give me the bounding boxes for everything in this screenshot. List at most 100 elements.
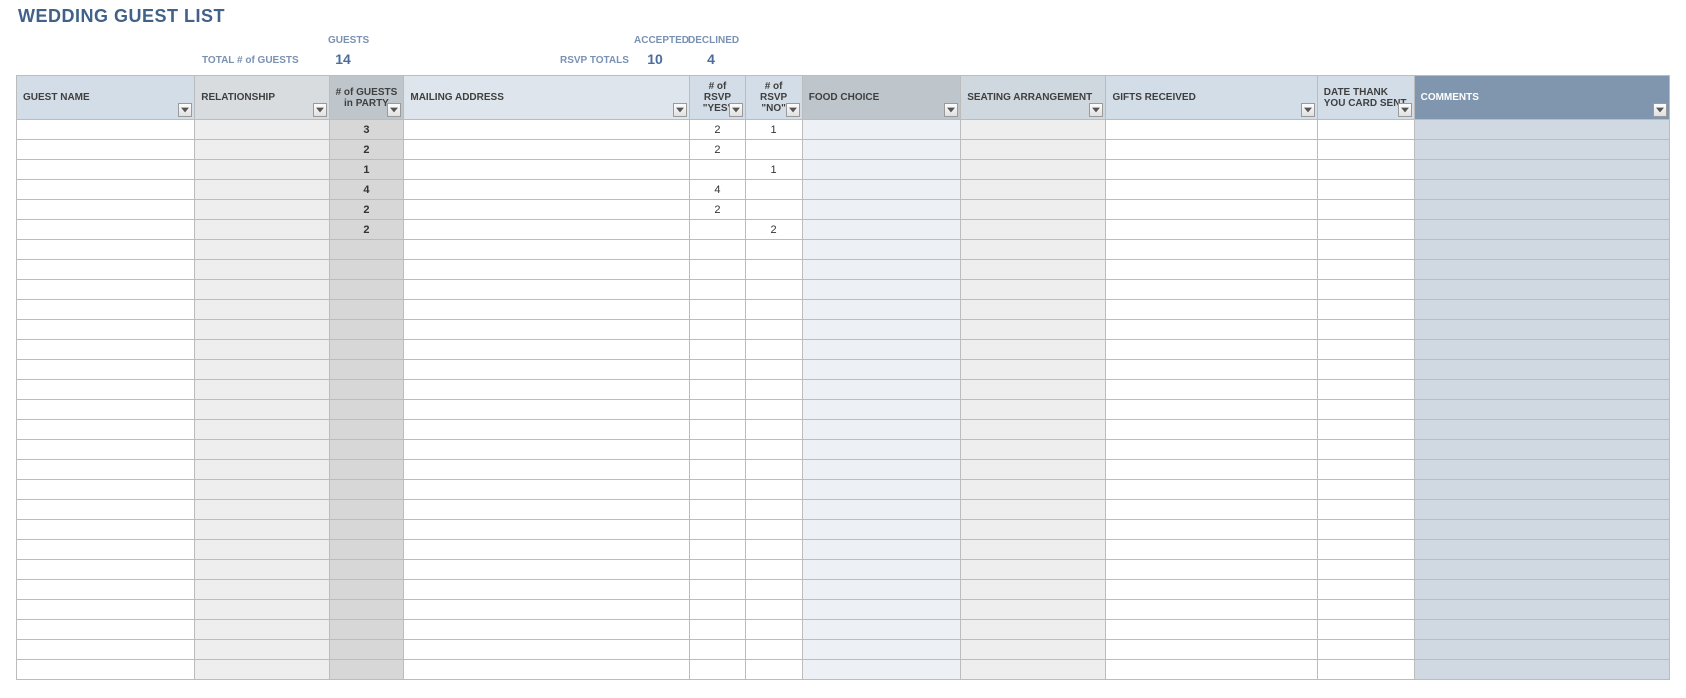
cell-gift[interactable] (1106, 580, 1317, 600)
filter-button[interactable] (673, 103, 687, 117)
cell-party[interactable] (329, 560, 404, 580)
cell-no[interactable] (745, 140, 802, 160)
cell-yes[interactable] (690, 600, 745, 620)
cell-gift[interactable] (1106, 360, 1317, 380)
cell-yes[interactable] (690, 640, 745, 660)
cell-seat[interactable] (961, 420, 1106, 440)
cell-gift[interactable] (1106, 280, 1317, 300)
cell-no[interactable] (745, 620, 802, 640)
cell-relationship[interactable] (195, 300, 329, 320)
cell-gift[interactable] (1106, 220, 1317, 240)
filter-button[interactable] (1398, 103, 1412, 117)
header-comments[interactable]: COMMENTS (1414, 76, 1669, 120)
cell-gift[interactable] (1106, 420, 1317, 440)
cell-yes[interactable]: 2 (690, 120, 745, 140)
cell-food[interactable] (802, 560, 960, 580)
cell-thank[interactable] (1317, 380, 1414, 400)
cell-yes[interactable] (690, 580, 745, 600)
cell-food[interactable] (802, 580, 960, 600)
cell-guest_name[interactable] (17, 420, 195, 440)
cell-mail[interactable] (404, 220, 690, 240)
cell-guest_name[interactable] (17, 540, 195, 560)
cell-comment[interactable] (1414, 360, 1669, 380)
cell-comment[interactable] (1414, 520, 1669, 540)
cell-relationship[interactable] (195, 360, 329, 380)
cell-comment[interactable] (1414, 120, 1669, 140)
cell-party[interactable] (329, 440, 404, 460)
cell-relationship[interactable] (195, 660, 329, 680)
cell-yes[interactable] (690, 420, 745, 440)
filter-button[interactable] (1653, 103, 1667, 117)
cell-guest_name[interactable] (17, 200, 195, 220)
cell-seat[interactable] (961, 140, 1106, 160)
filter-button[interactable] (944, 103, 958, 117)
cell-relationship[interactable] (195, 520, 329, 540)
cell-party[interactable] (329, 540, 404, 560)
cell-food[interactable] (802, 500, 960, 520)
cell-yes[interactable]: 2 (690, 140, 745, 160)
cell-guest_name[interactable] (17, 140, 195, 160)
cell-food[interactable] (802, 540, 960, 560)
cell-no[interactable]: 1 (745, 120, 802, 140)
cell-mail[interactable] (404, 640, 690, 660)
cell-thank[interactable] (1317, 200, 1414, 220)
cell-no[interactable] (745, 460, 802, 480)
cell-mail[interactable] (404, 500, 690, 520)
cell-relationship[interactable] (195, 200, 329, 220)
cell-thank[interactable] (1317, 240, 1414, 260)
cell-guest_name[interactable] (17, 380, 195, 400)
cell-gift[interactable] (1106, 460, 1317, 480)
cell-no[interactable] (745, 660, 802, 680)
cell-gift[interactable] (1106, 600, 1317, 620)
cell-no[interactable] (745, 440, 802, 460)
cell-relationship[interactable] (195, 120, 329, 140)
cell-comment[interactable] (1414, 160, 1669, 180)
header-guests-in-party[interactable]: # of GUESTS in PARTY (329, 76, 404, 120)
cell-gift[interactable] (1106, 520, 1317, 540)
cell-food[interactable] (802, 300, 960, 320)
filter-button[interactable] (178, 103, 192, 117)
cell-comment[interactable] (1414, 320, 1669, 340)
cell-food[interactable] (802, 400, 960, 420)
cell-thank[interactable] (1317, 440, 1414, 460)
cell-party[interactable] (329, 420, 404, 440)
cell-food[interactable] (802, 340, 960, 360)
cell-yes[interactable]: 4 (690, 180, 745, 200)
cell-party[interactable] (329, 320, 404, 340)
cell-no[interactable] (745, 380, 802, 400)
cell-relationship[interactable] (195, 420, 329, 440)
cell-comment[interactable] (1414, 340, 1669, 360)
cell-thank[interactable] (1317, 460, 1414, 480)
cell-relationship[interactable] (195, 180, 329, 200)
cell-mail[interactable] (404, 340, 690, 360)
cell-party[interactable]: 4 (329, 180, 404, 200)
cell-relationship[interactable] (195, 160, 329, 180)
cell-thank[interactable] (1317, 620, 1414, 640)
cell-gift[interactable] (1106, 120, 1317, 140)
cell-comment[interactable] (1414, 620, 1669, 640)
cell-relationship[interactable] (195, 540, 329, 560)
cell-comment[interactable] (1414, 460, 1669, 480)
cell-no[interactable] (745, 500, 802, 520)
cell-no[interactable] (745, 640, 802, 660)
cell-food[interactable] (802, 200, 960, 220)
cell-party[interactable] (329, 580, 404, 600)
cell-relationship[interactable] (195, 640, 329, 660)
cell-comment[interactable] (1414, 600, 1669, 620)
cell-comment[interactable] (1414, 180, 1669, 200)
cell-relationship[interactable] (195, 380, 329, 400)
cell-mail[interactable] (404, 620, 690, 640)
cell-no[interactable] (745, 480, 802, 500)
cell-seat[interactable] (961, 560, 1106, 580)
cell-gift[interactable] (1106, 500, 1317, 520)
header-rsvp-yes[interactable]: # of RSVP "YES" (690, 76, 745, 120)
cell-no[interactable] (745, 300, 802, 320)
cell-comment[interactable] (1414, 400, 1669, 420)
cell-party[interactable] (329, 380, 404, 400)
cell-comment[interactable] (1414, 440, 1669, 460)
cell-relationship[interactable] (195, 220, 329, 240)
cell-seat[interactable] (961, 480, 1106, 500)
cell-comment[interactable] (1414, 640, 1669, 660)
cell-yes[interactable] (690, 480, 745, 500)
cell-food[interactable] (802, 260, 960, 280)
